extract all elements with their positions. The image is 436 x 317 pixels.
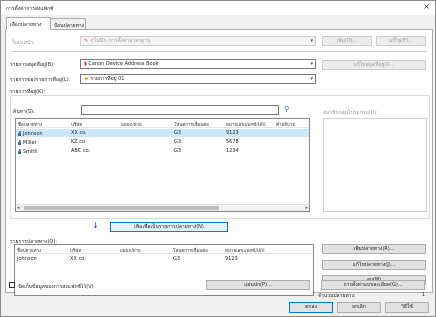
row-mode: G3 — [174, 139, 182, 145]
row-number: 1234 — [226, 148, 239, 154]
detailed-settings-button[interactable]: การตั้งค่าแบบละเอียด(G)... — [321, 280, 425, 290]
pencil-icon: ✎ — [84, 38, 89, 44]
cover-page-button[interactable]: แผ่นปก(P)... — [206, 280, 310, 290]
search-input[interactable] — [81, 105, 279, 115]
column-header[interactable]: คำอธิบาย — [276, 121, 295, 128]
window-title: การตั้งค่าการส่งแฟกซ์ — [6, 6, 54, 12]
add-destination-button[interactable]: เพิ่มปลายทาง(R)... — [322, 244, 426, 254]
column-header[interactable]: ชื่อปลายทาง — [17, 247, 41, 254]
column-header[interactable]: หมายเลขแฟกซ์/URI — [225, 247, 265, 254]
tab-panel: ใบปะหน้า: ✎ <ไม่มี> การตั้งค่ามาตรฐาน ▾ … — [5, 29, 433, 299]
chevron-down-icon: ▾ — [310, 38, 313, 44]
row-mode: G3 — [174, 130, 182, 136]
row-company: ABC co. — [71, 148, 91, 154]
address-book-label: รายการสมุดที่อยู่(B): — [10, 62, 55, 68]
scroll-right-icon[interactable]: ▸ — [305, 205, 308, 211]
cover-sheet-select[interactable]: ✎ <ไม่มี> การตั้งค่ามาตรฐาน ▾ — [80, 36, 316, 46]
cover-sheet-label: ใบปะหน้า: — [12, 40, 35, 46]
address-list-select[interactable]: ▬ รายการที่อยู่ 01 ▾ — [80, 74, 316, 84]
column-header[interactable]: หมายเลขแฟกซ์/URI — [226, 121, 266, 128]
row-company: XX co. — [71, 130, 87, 136]
address-book-select[interactable]: ▮ Canon Device Address Book ▾ — [80, 59, 316, 69]
folder-icon: ▬ — [84, 76, 89, 82]
name-text: Miller — [23, 140, 37, 146]
row-name: Johnson — [18, 130, 43, 137]
help-button[interactable]: วิธีใช้ — [385, 302, 429, 313]
row-company: KZ co. — [71, 139, 87, 145]
search-label: ค้นหา(S): — [13, 109, 35, 115]
column-header[interactable]: โหมดการเชื่อมต่อ — [174, 121, 209, 128]
group-members-label: สมาชิกกลุ่มโปรแกรม(U): — [323, 110, 378, 116]
person-icon — [18, 131, 21, 136]
row-number: 9123 — [225, 256, 238, 262]
divider — [12, 51, 427, 52]
person-icon — [18, 149, 21, 154]
add-to-destination-button[interactable]: เพิ่มเพื่อเป็นรายการปลายทาง(N) — [110, 222, 228, 232]
name-text: Johnson — [23, 131, 43, 137]
column-header[interactable]: แผนก/ฝ่าย — [120, 247, 141, 254]
close-icon[interactable]: × — [423, 3, 430, 11]
tab-select-destination[interactable]: เลือกปลายทาง — [6, 17, 51, 30]
row-name: Johnson — [17, 256, 37, 262]
table-row[interactable]: Johnson XX co. G3 9123 — [15, 255, 313, 263]
chevron-down-icon: ▾ — [310, 76, 313, 82]
cover-sheet-value: <ไม่มี> การตั้งค่ามาตรฐาน — [89, 38, 151, 44]
table-row[interactable]: Smith ABC co. G3 1234 — [16, 147, 309, 155]
column-header[interactable]: โหมดการเชื่อมต่อ — [173, 247, 208, 254]
ok-button[interactable]: ตกลง — [289, 302, 333, 313]
edit-address-book-button[interactable]: แก้ไขสมุดที่อยู่(I)... — [322, 60, 426, 70]
row-number: 5678 — [226, 139, 239, 145]
row-mode: G3 — [173, 256, 181, 262]
row-company: XX co. — [70, 256, 86, 262]
column-header[interactable]: ชื่อปลายทาง — [18, 121, 42, 128]
address-group: ค้นหา(S): ⚲ สมาชิกกลุ่มโปรแกรม(U): ชื่อป… — [10, 95, 430, 219]
chevron-down-icon: ▾ — [310, 61, 313, 67]
save-fax-info-label: จัดเก็บข้อมูลของการส่งแฟกซ์ไว้(V) — [18, 284, 94, 290]
scroll-left-icon[interactable]: ◂ — [17, 205, 20, 211]
table-header: ชื่อปลายทาง บริษัท แผนก/ฝ่าย โหมดการเชื่… — [16, 119, 309, 128]
save-fax-info-checkbox[interactable] — [9, 282, 15, 288]
table-row[interactable]: Johnson XX co. G3 9123 — [16, 129, 309, 137]
table-header: ชื่อปลายทาง บริษัท แผนก/ฝ่าย โหมดการเชื่… — [15, 245, 313, 254]
address-table[interactable]: ชื่อปลายทาง บริษัท แผนก/ฝ่าย โหมดการเชื่… — [15, 118, 310, 212]
group-members-list[interactable] — [323, 118, 427, 212]
name-text: Smith — [23, 149, 38, 155]
address-book-value: Canon Device Address Book — [88, 61, 159, 67]
cover-add-button[interactable]: เพิ่ม(D)... — [322, 36, 372, 46]
row-name: Smith — [18, 148, 38, 155]
edit-destination-button[interactable]: แก้ไขปลายทาง(J)... — [322, 260, 426, 270]
title-bar: การตั้งค่าการส่งแฟกซ์ × — [1, 1, 435, 15]
address-book-icon: ▮ — [84, 61, 87, 67]
arrow-down-icon: ↓ — [92, 221, 99, 230]
column-header[interactable]: บริษัท — [71, 121, 82, 128]
column-header[interactable]: แผนก/ฝ่าย — [121, 121, 142, 128]
fax-settings-dialog: การตั้งค่าการส่งแฟกซ์ × เลือกปลายทาง ป้อ… — [0, 0, 436, 317]
cover-edit-button[interactable]: แก้ไข(E)... — [376, 36, 426, 46]
address-list-value: รายการที่อยู่ 01 — [90, 76, 125, 82]
scroll-thumb[interactable] — [24, 206, 219, 210]
row-number: 9123 — [226, 130, 239, 136]
cancel-button[interactable]: ยกเลิก — [337, 302, 381, 313]
row-mode: G3 — [174, 148, 182, 154]
column-header[interactable]: บริษัท — [70, 247, 81, 254]
horizontal-scrollbar[interactable]: ◂ ▸ — [16, 204, 309, 211]
destination-count-value: 1 — [422, 292, 426, 298]
person-icon — [18, 140, 21, 145]
row-name: Miller — [18, 139, 37, 146]
search-icon[interactable]: ⚲ — [284, 105, 289, 113]
table-row[interactable]: Miller KZ co. G3 5678 — [16, 138, 309, 146]
address-list-label: รายการของรายการที่อยู่(L): — [10, 77, 71, 83]
destination-count-label: จำนวนปลายทาง: — [318, 293, 356, 299]
